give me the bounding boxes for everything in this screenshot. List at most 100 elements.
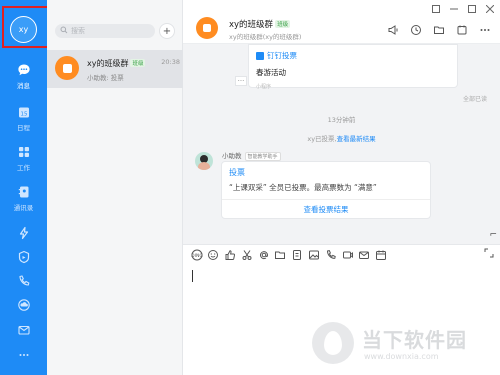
rail-label: 工作 [17,164,30,172]
sender-avatar[interactable] [195,152,213,170]
svg-text:DING: DING [191,253,203,259]
close-icon[interactable] [485,4,495,15]
system-text: xy已投票, [307,135,337,143]
search-input[interactable]: 搜索 [55,24,155,38]
chat-icon [17,63,31,77]
rail-item-shield[interactable] [0,250,47,264]
scissors-icon[interactable] [239,248,254,262]
chat-title[interactable]: xy的班级群 班级 [229,18,291,30]
rail-label: 日程 [17,124,30,132]
folder-icon[interactable] [273,248,288,262]
contacts-icon [17,185,31,199]
phone-icon [17,274,31,288]
vote-card[interactable]: 投票 “上课双采” 全员已投票。最高票数为 “满意” 查看投票结果 [221,161,431,219]
chat-subtitle: xy的班级群(xy的班级群) [229,33,302,41]
plus-icon: + [162,25,172,37]
search-placeholder: 搜索 [71,27,85,35]
rail-item-calendar[interactable]: 15 日程 [0,105,47,132]
minimize-icon[interactable] [450,5,458,15]
rail-label: 消息 [17,82,30,90]
view-latest-result-link[interactable]: 查看最新结果 [337,135,376,143]
clock-icon[interactable] [410,24,422,36]
conversation-time: 20:38 [161,58,180,66]
expand-input-icon[interactable] [484,248,494,260]
conversation-preview: 小助教: 投票 [87,74,124,82]
sender-role-badge: 智能教学助手 [244,152,281,161]
conversation-item[interactable]: xy的班级群 班级 20:38 小助教: 投票 [47,50,183,88]
more-icon[interactable] [479,24,491,36]
pin-icon[interactable] [432,5,440,15]
create-button[interactable]: + [159,23,175,39]
left-nav-rail: xy 消息 15 日程 工作 通讯录 [0,0,47,375]
class-tag: 班级 [130,59,146,67]
vote-title: 投票 [229,168,245,177]
rail-item-cloud[interactable] [0,298,47,312]
chat-header: xy的班级群 班级 xy的班级群(xy的班级群) [183,0,500,44]
rail-item-mail[interactable] [0,323,47,337]
rail-label: 通讯录 [13,204,34,212]
card-divider [222,199,430,200]
message-area[interactable]: 钉钉投票 春游活动 小程序 ··· 全部已读 13分钟前 xy已投票,查看最新结… [183,44,500,244]
app-header: 钉钉投票 [256,50,297,61]
conversation-title: xy的班级群 [87,59,129,68]
rail-item-messages[interactable]: 消息 [0,63,47,90]
rail-item-phone[interactable] [0,274,47,288]
shared-app-card[interactable]: 钉钉投票 春游活动 小程序 [248,44,458,90]
class-tag: 班级 [275,20,291,28]
folder-icon[interactable] [433,24,445,36]
image-icon[interactable] [307,248,322,262]
watermark: 当下软件园 www.downxia.com [312,322,492,372]
sender-name: 小助教 [222,152,242,160]
card-text: 春游活动 [256,68,286,77]
scroll-resize-icon[interactable]: ⌐ [489,230,497,240]
sender-name-row: 小助教 智能教学助手 [222,150,281,161]
chat-panel: xy的班级群 班级 xy的班级群(xy的班级群) 钉钉投票 春游活动 小程序 ·… [183,0,500,375]
conversation-name: xy的班级群 班级 [87,58,146,69]
like-icon[interactable] [223,248,238,262]
read-status[interactable]: 全部已读 [463,94,487,103]
vote-description: “上课双采” 全员已投票。最高票数为 “满意” [229,183,377,192]
input-toolbar: DING [183,244,500,264]
watermark-layer: 当下软件园 www.downxia.com [183,264,500,375]
maximize-icon[interactable] [468,5,476,15]
group-logo-icon[interactable] [196,17,218,39]
doc-icon[interactable] [290,248,305,262]
rail-item-contacts[interactable]: 通讯录 [0,185,47,212]
search-icon [60,26,68,36]
apps-grid-icon [17,145,31,159]
system-message: xy已投票,查看最新结果 [183,133,500,143]
rail-item-more[interactable] [0,348,47,362]
cloud-icon [17,298,31,312]
rail-item-ding[interactable] [0,226,47,240]
time-divider: 13分钟前 [327,116,356,124]
window-controls [432,4,495,15]
more-dots-icon [17,348,31,362]
watermark-url: www.downxia.com [364,352,439,361]
mail-icon [17,323,31,337]
view-vote-results-button[interactable]: 查看投票结果 [222,204,430,215]
watermark-logo-icon [312,322,354,364]
calendar-badge-number: 15 [20,111,27,117]
announcement-icon[interactable] [387,24,399,36]
calendar-icon: 15 [17,105,31,119]
app-name: 钉钉投票 [267,51,297,60]
calendar-icon[interactable] [374,248,389,262]
call-icon[interactable] [323,248,338,262]
shield-icon [17,250,31,264]
watermark-title: 当下软件园 [362,328,467,352]
ding-vote-icon [256,51,264,60]
calendar-check-icon[interactable] [456,24,468,36]
mail-icon[interactable] [357,248,372,262]
rail-item-work[interactable]: 工作 [0,145,47,172]
conversation-list: 搜索 + xy的班级群 班级 20:38 小助教: 投票 [47,0,183,375]
lightning-icon [17,226,31,240]
card-footer: 小程序 [256,84,272,90]
chat-title-text: xy的班级群 [229,20,274,30]
at-icon[interactable] [256,248,271,262]
chat-header-tools [387,24,491,36]
message-more-button[interactable]: ··· [235,76,247,86]
group-logo-icon [55,56,79,80]
video-icon[interactable] [340,248,355,262]
ding-icon[interactable]: DING [189,248,204,262]
emoji-icon[interactable] [206,248,221,262]
